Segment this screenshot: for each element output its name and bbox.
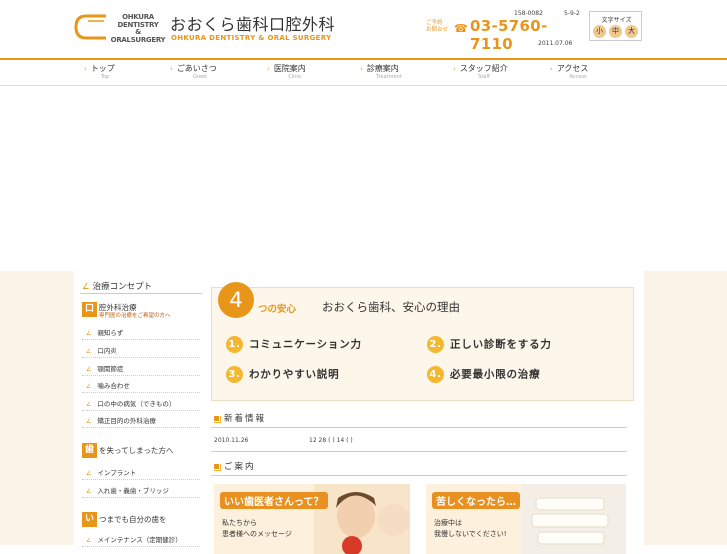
reason-item: 2. 正しい診断をする力 — [427, 336, 552, 353]
reason-item: 1. コミュニケーション力 — [226, 336, 362, 353]
category-subtitle: 専門医の治療をご希望の方へ — [99, 313, 171, 319]
nav-treatment[interactable]: › 診療案内 — [360, 63, 399, 74]
smiling-child-photo — [314, 484, 410, 554]
banner-text: 患者様へのメッセージ — [222, 530, 292, 538]
sidebar-link-stomatitis[interactable]: ∠ 口内炎 — [82, 341, 200, 358]
category-icon: 口 — [82, 302, 97, 317]
banner-title: 苦しくなったら… — [432, 492, 520, 509]
category-title: を失ってしまった方へ — [99, 446, 174, 455]
banner-text: 治療中は — [434, 519, 462, 527]
tel-label: ご予約 お問合せ — [426, 20, 449, 33]
category-icon: 歯 — [82, 443, 97, 458]
sidebar: ∠ 治療コンセプト 口 腔外科治療 専門医の治療をご希望の方へ ∠ 親知らず ∠ 口内… — [74, 271, 206, 547]
arrow-icon: ∠ — [86, 401, 92, 408]
sidebar-link-wisdom-teeth[interactable]: ∠ 親知らず — [82, 323, 200, 340]
arrow-right-icon: › — [453, 65, 456, 73]
nav-staff-sub: Staff — [478, 74, 490, 80]
arrow-icon: ∠ — [86, 383, 92, 390]
category-icon: い — [82, 512, 97, 527]
nav-staff[interactable]: › スタッフ紹介 — [453, 63, 508, 74]
arrow-icon: ∠ — [86, 537, 92, 544]
nav-access[interactable]: › アクセス — [550, 63, 588, 74]
arrow-right-icon: › — [267, 65, 270, 73]
banner-title: いい歯医者さんって？ — [220, 492, 328, 509]
font-size-label: 文字サイズ — [601, 17, 632, 24]
divider — [211, 451, 627, 452]
divider — [211, 427, 627, 428]
news-text[interactable]: 12 28 ( ) 14 ( ) — [309, 437, 353, 444]
content-container: ∠ 治療コンセプト 口 腔外科治療 専門医の治療をご希望の方へ ∠ 親知らず ∠ 口内… — [74, 271, 644, 554]
sidebar-link-oral-disease[interactable]: ∠ 口の中の病気（できもの） — [82, 394, 200, 411]
nav-access-sub: Access — [569, 74, 587, 80]
category-title: つまでも自分の歯を — [99, 515, 167, 524]
arrow-icon: ∠ — [86, 418, 92, 425]
divider — [211, 475, 627, 476]
nav-clinic[interactable]: › 医院案内 — [267, 63, 306, 74]
sidebar-link-implant[interactable]: ∠ インプラント — [82, 463, 200, 480]
reason-number: 1. — [226, 336, 243, 353]
main-content: 4 つの安心 おおくら歯科、安心の理由 1. コミュニケーション力 2. 正しい診断… — [211, 271, 644, 554]
arrow-icon: ∠ — [86, 330, 92, 337]
section-square-icon — [213, 463, 220, 470]
sidebar-link-bite[interactable]: ∠ 噛み合わせ — [82, 376, 200, 393]
font-size-large-button[interactable]: 大 — [625, 25, 638, 38]
news-date: 2010.11.26 — [214, 437, 249, 444]
reason-number: 2. — [427, 336, 444, 353]
nav-top-sub: Top — [100, 74, 110, 80]
nav-top[interactable]: › トップ — [84, 63, 115, 74]
divider — [80, 293, 202, 294]
arrow-icon: ∠ — [86, 348, 92, 355]
font-size-small-button[interactable]: 小 — [593, 25, 606, 38]
nav-greet[interactable]: › ごあいさつ — [170, 63, 217, 74]
arrow-right-icon: › — [550, 65, 553, 73]
sidebar-link-orthognathic[interactable]: ∠ 矯正目的の外科治療 — [82, 411, 200, 428]
guide-heading: ご案内 — [213, 460, 256, 472]
arrow-icon: ∠ — [86, 366, 92, 373]
arrow-right-icon: › — [360, 65, 363, 73]
sidebar-title: ∠ 治療コンセプト — [82, 282, 153, 292]
banner-text: 私たちから — [222, 519, 257, 527]
arrow-right-icon: › — [84, 65, 87, 73]
site-header: OHKURA DENTISTRY & ORALSURGERY おおくら歯科口腔外… — [0, 0, 727, 58]
arrow-icon: ∠ — [86, 470, 92, 477]
towels-photo — [522, 484, 626, 554]
feature-number-badge: 4 — [218, 282, 254, 318]
banner-good-dentist[interactable]: いい歯医者さんって？ 私たちから 患者様へのメッセージ — [214, 484, 410, 554]
phone-number[interactable]: 03-5760-7110 — [470, 17, 584, 53]
global-nav: › トップ Top › ごあいさつ Greet › 医院案内 Clinic › 診療案内… — [0, 58, 727, 86]
sidebar-link-tmj[interactable]: ∠ 顎関節症 — [82, 359, 200, 376]
postal-code: 158-0082 — [514, 10, 543, 17]
nav-treatment-sub: Treatment — [376, 74, 402, 80]
reason-number: 4. — [427, 366, 444, 383]
nav-greet-sub: Greet — [193, 74, 207, 80]
arrow-icon: ∠ — [86, 488, 92, 495]
feature-heading: おおくら歯科、安心の理由 — [322, 300, 460, 314]
feature-head-accent: つの安心 — [258, 304, 297, 315]
update-date: 2011.07.06 — [538, 40, 573, 47]
brand-mark-icon: ∠ — [82, 282, 90, 292]
reason-item: 4. 必要最小限の治療 — [427, 366, 540, 383]
sidebar-link-maintenance[interactable]: ∠ メインテナンス（定期健診） — [82, 530, 200, 547]
logo-mark-icon[interactable] — [74, 14, 108, 40]
font-size-switcher: 文字サイズ 小 中 大 — [589, 11, 642, 41]
contact-block: 158-0082 5-9-2 ご予約 お問合せ ☎ 03-5760-7110 2… — [424, 10, 584, 53]
clinic-name[interactable]: おおくら歯科口腔外科 — [170, 11, 335, 35]
sidebar-link-dentures[interactable]: ∠ 入れ歯・義歯・ブリッジ — [82, 481, 200, 498]
banner-if-painful[interactable]: 苦しくなったら… 治療中は 我慢しないでください! — [426, 484, 626, 554]
feature-four-reasons: 4 つの安心 おおくら歯科、安心の理由 1. コミュニケーション力 2. 正しい診断… — [211, 282, 634, 401]
clinic-name-english: OHKURA DENTISTRY & ORAL SURGERY — [171, 34, 332, 42]
logo-english[interactable]: OHKURA DENTISTRY & ORALSURGERY — [110, 13, 166, 44]
font-size-medium-button[interactable]: 中 — [609, 25, 622, 38]
arrow-right-icon: › — [170, 65, 173, 73]
address-number: 5-9-2 — [564, 10, 580, 17]
section-square-icon — [213, 415, 220, 422]
news-heading: 新着情報 — [213, 412, 266, 424]
phone-icon: ☎ — [454, 22, 468, 35]
banner-text: 我慢しないでください! — [434, 530, 507, 538]
reason-number: 3. — [226, 366, 243, 383]
nav-clinic-sub: Clinic — [288, 74, 302, 80]
reason-item: 3. わかりやすい説明 — [226, 366, 339, 383]
